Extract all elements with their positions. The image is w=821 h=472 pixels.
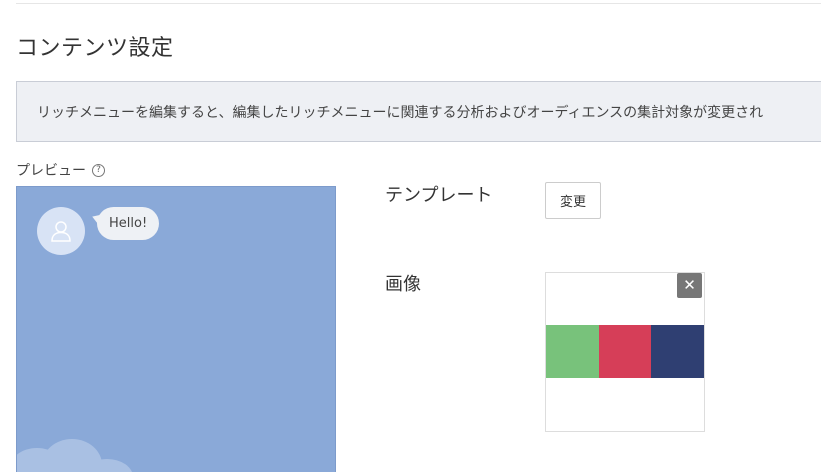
cloud-decoration xyxy=(17,439,132,472)
template-label: テンプレート xyxy=(385,185,493,206)
content-settings-page: コンテンツ設定 リッチメニューを編集すると、編集したリッチメニューに関連する分析… xyxy=(0,0,821,472)
preview-pane: Hello! xyxy=(16,186,336,472)
image-swatches xyxy=(546,325,705,378)
swatch-red xyxy=(598,325,652,378)
remove-image-button[interactable]: ✕ xyxy=(677,273,702,298)
help-icon[interactable]: ? xyxy=(92,163,105,177)
preview-header: プレビュー ? xyxy=(16,160,105,180)
user-icon xyxy=(51,221,71,242)
chat-bubble: Hello! xyxy=(97,207,160,240)
change-template-button[interactable]: 変更 xyxy=(545,182,601,219)
image-label: 画像 xyxy=(385,274,421,295)
chat-bubble-text: Hello! xyxy=(109,216,148,231)
avatar xyxy=(37,207,85,255)
info-notice: リッチメニューを編集すると、編集したリッチメニューに関連する分析およびオーディエ… xyxy=(16,81,821,142)
image-thumbnail[interactable]: ✕ xyxy=(545,272,705,432)
preview-label: プレビュー xyxy=(16,163,86,179)
page-title: コンテンツ設定 xyxy=(16,36,174,61)
swatch-navy xyxy=(651,325,705,378)
notice-text: リッチメニューを編集すると、編集したリッチメニューに関連する分析およびオーディエ… xyxy=(37,105,764,121)
top-divider xyxy=(16,3,821,4)
swatch-green xyxy=(546,325,599,378)
